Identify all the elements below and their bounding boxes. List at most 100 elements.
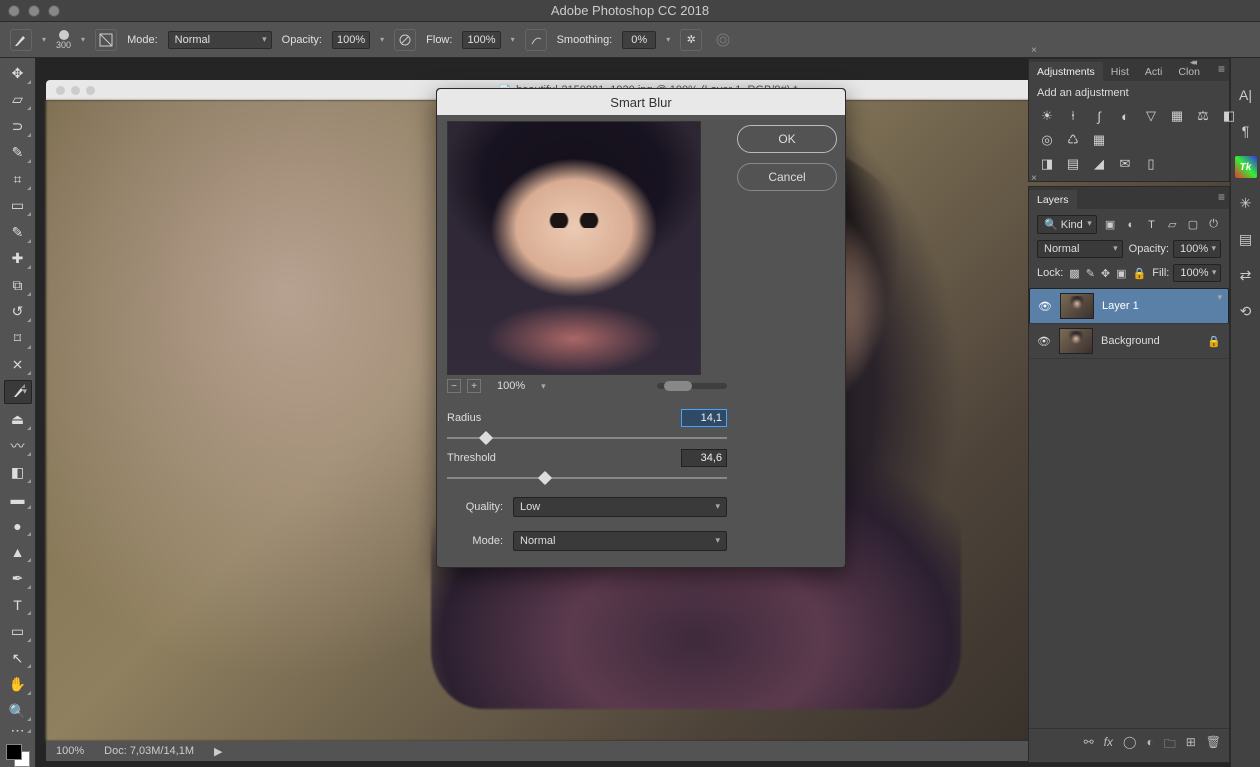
pen-tool[interactable]: ✒ bbox=[4, 567, 32, 590]
crop-tool[interactable]: ⌗ bbox=[4, 168, 32, 191]
chevron-down-icon[interactable]: ▾ bbox=[42, 35, 46, 44]
chevron-down-icon[interactable]: ▾ bbox=[81, 35, 85, 44]
layer-thumbnail[interactable] bbox=[1059, 328, 1093, 354]
panel-close-icon[interactable]: × bbox=[1031, 45, 1037, 56]
tool-preset-picker[interactable] bbox=[10, 29, 32, 51]
chevron-down-icon[interactable]: ▾ bbox=[380, 35, 384, 44]
layer-fx-icon[interactable]: fx bbox=[1104, 735, 1113, 756]
brightness-icon[interactable]: ☀ bbox=[1037, 107, 1057, 125]
doc-max-icon[interactable] bbox=[86, 86, 95, 95]
zoom-in-button[interactable]: + bbox=[467, 379, 481, 393]
layer-blend-mode[interactable]: Normal bbox=[1037, 240, 1123, 258]
chevron-down-icon[interactable]: ▾ bbox=[511, 35, 515, 44]
opacity-input[interactable]: 100% bbox=[332, 31, 370, 49]
dialog-mode-select[interactable]: Normal bbox=[513, 531, 727, 551]
layer-opacity-input[interactable]: 100% bbox=[1173, 240, 1221, 258]
ok-button[interactable]: OK bbox=[737, 125, 837, 153]
zoom-tool[interactable]: 🔍 bbox=[4, 700, 32, 723]
character-panel-icon[interactable]: A| bbox=[1235, 84, 1257, 106]
lock-transparency-icon[interactable]: ▩ bbox=[1069, 265, 1079, 281]
lock-artboard-icon[interactable]: ▣ bbox=[1116, 265, 1126, 281]
filter-shape-icon[interactable]: ▱ bbox=[1165, 217, 1180, 233]
smoothing-input[interactable]: 0% bbox=[622, 31, 656, 49]
foreground-color[interactable] bbox=[6, 744, 22, 760]
radius-slider[interactable] bbox=[447, 433, 727, 443]
eyedropper-tool[interactable]: ✎ bbox=[4, 221, 32, 244]
chevron-down-icon[interactable]: ▾ bbox=[541, 381, 546, 392]
healing-tool[interactable]: ✚ bbox=[4, 248, 32, 271]
preview-scrollbar[interactable] bbox=[657, 383, 727, 389]
pressure-opacity-toggle[interactable] bbox=[394, 29, 416, 51]
properties-panel-icon[interactable]: ▤ bbox=[1235, 228, 1257, 250]
close-window-icon[interactable] bbox=[8, 5, 20, 17]
exposure-icon[interactable]: ◐ bbox=[1115, 107, 1135, 125]
lasso-tool[interactable]: ⊃ bbox=[4, 115, 32, 138]
cancel-button[interactable]: Cancel bbox=[737, 163, 837, 191]
color-balance-icon[interactable]: ⚖ bbox=[1193, 107, 1213, 125]
tab-actions[interactable]: Acti bbox=[1137, 62, 1171, 81]
zoom-window-icon[interactable] bbox=[48, 5, 60, 17]
actions-panel-icon[interactable]: ⇄ bbox=[1235, 264, 1257, 286]
threshold-icon[interactable]: ◢ bbox=[1089, 155, 1109, 173]
lock-position-icon[interactable]: ✥ bbox=[1101, 265, 1110, 281]
visibility-icon[interactable]: 👁 bbox=[1038, 300, 1052, 313]
selective-color-icon[interactable]: ✉ bbox=[1115, 155, 1135, 173]
gradient-map-icon[interactable]: ▯ bbox=[1141, 155, 1161, 173]
color-lookup-icon[interactable]: ▦ bbox=[1089, 131, 1109, 149]
type-tool[interactable]: T bbox=[4, 594, 32, 617]
preview-zoom[interactable]: 100% bbox=[487, 380, 535, 392]
visibility-icon[interactable]: 👁 bbox=[1037, 335, 1051, 348]
marquee-tool[interactable]: ▱ bbox=[4, 89, 32, 112]
levels-icon[interactable]: ⍿ bbox=[1063, 107, 1083, 125]
eraser-tool[interactable]: ◧ bbox=[4, 461, 32, 484]
lock-all-icon[interactable]: 🔒 bbox=[1133, 265, 1147, 281]
filter-smart-icon[interactable]: ▢ bbox=[1186, 217, 1201, 233]
brush-tool[interactable] bbox=[4, 380, 32, 404]
filter-adjust-icon[interactable]: ◐ bbox=[1123, 217, 1138, 233]
hue-icon[interactable]: ▦ bbox=[1167, 107, 1187, 125]
panel-menu-icon[interactable]: ≡ bbox=[1218, 62, 1225, 76]
tab-layers[interactable]: Layers bbox=[1029, 190, 1077, 209]
curves-icon[interactable]: ∫ bbox=[1089, 107, 1109, 125]
patch-tool[interactable]: ⌑ bbox=[4, 327, 32, 350]
shape-tool[interactable]: ▭ bbox=[4, 620, 32, 643]
history-panel-icon[interactable]: ⟲ bbox=[1235, 300, 1257, 322]
filter-pixel-icon[interactable]: ▣ bbox=[1103, 217, 1118, 233]
navigator-panel-icon[interactable]: ✳ bbox=[1235, 192, 1257, 214]
photo-filter-icon[interactable]: ◎ bbox=[1037, 131, 1057, 149]
move-tool[interactable]: ✥ bbox=[4, 62, 32, 85]
posterize-icon[interactable]: ▤ bbox=[1063, 155, 1083, 173]
quick-select-tool[interactable]: ✎ bbox=[4, 142, 32, 165]
filter-preview[interactable] bbox=[447, 121, 701, 375]
blur-tool[interactable]: ⨯ bbox=[4, 354, 32, 377]
bw-icon[interactable]: ◧ bbox=[1219, 107, 1239, 125]
pressure-size-toggle[interactable] bbox=[712, 29, 734, 51]
gradient-tool[interactable]: ▬ bbox=[4, 488, 32, 511]
status-doc-info[interactable]: Doc: 7,03M/14,1M bbox=[104, 745, 194, 757]
panel-close-icon[interactable]: × bbox=[1031, 173, 1037, 184]
flow-input[interactable]: 100% bbox=[462, 31, 500, 49]
smoothing-options[interactable]: ✲ bbox=[680, 29, 702, 51]
status-arrow-icon[interactable]: ▶ bbox=[214, 745, 222, 758]
layer-name[interactable]: Layer 1 bbox=[1102, 300, 1139, 312]
fill-input[interactable]: 100% bbox=[1173, 264, 1221, 282]
threshold-slider[interactable] bbox=[447, 473, 727, 483]
delete-layer-icon[interactable]: 🗑 bbox=[1206, 735, 1221, 756]
status-zoom[interactable]: 100% bbox=[56, 745, 84, 757]
sharpen-tool[interactable]: ▲ bbox=[4, 541, 32, 564]
tab-adjustments[interactable]: Adjustments bbox=[1029, 62, 1103, 81]
panel-menu-icon[interactable]: ≡ bbox=[1218, 190, 1225, 204]
layer-row[interactable]: 👁Background🔒 bbox=[1029, 324, 1229, 359]
lock-pixels-icon[interactable]: ✎ bbox=[1086, 265, 1095, 281]
path-select-tool[interactable]: ↖ bbox=[4, 647, 32, 670]
chevron-down-icon[interactable]: ▾ bbox=[666, 35, 670, 44]
new-layer-icon[interactable]: ⊞ bbox=[1186, 735, 1196, 756]
layer-row[interactable]: 👁 Layer 1 bbox=[1029, 288, 1229, 324]
dodge-tool[interactable]: ● bbox=[4, 514, 32, 537]
new-adjustment-icon[interactable]: ◐ bbox=[1146, 735, 1153, 756]
art-brush-tool[interactable]: 〰 bbox=[4, 435, 32, 458]
layer-thumbnail[interactable] bbox=[1060, 293, 1094, 319]
invert-icon[interactable]: ◨ bbox=[1037, 155, 1057, 173]
color-swatches[interactable] bbox=[6, 744, 30, 767]
history-brush-tool[interactable]: ↺ bbox=[4, 301, 32, 324]
